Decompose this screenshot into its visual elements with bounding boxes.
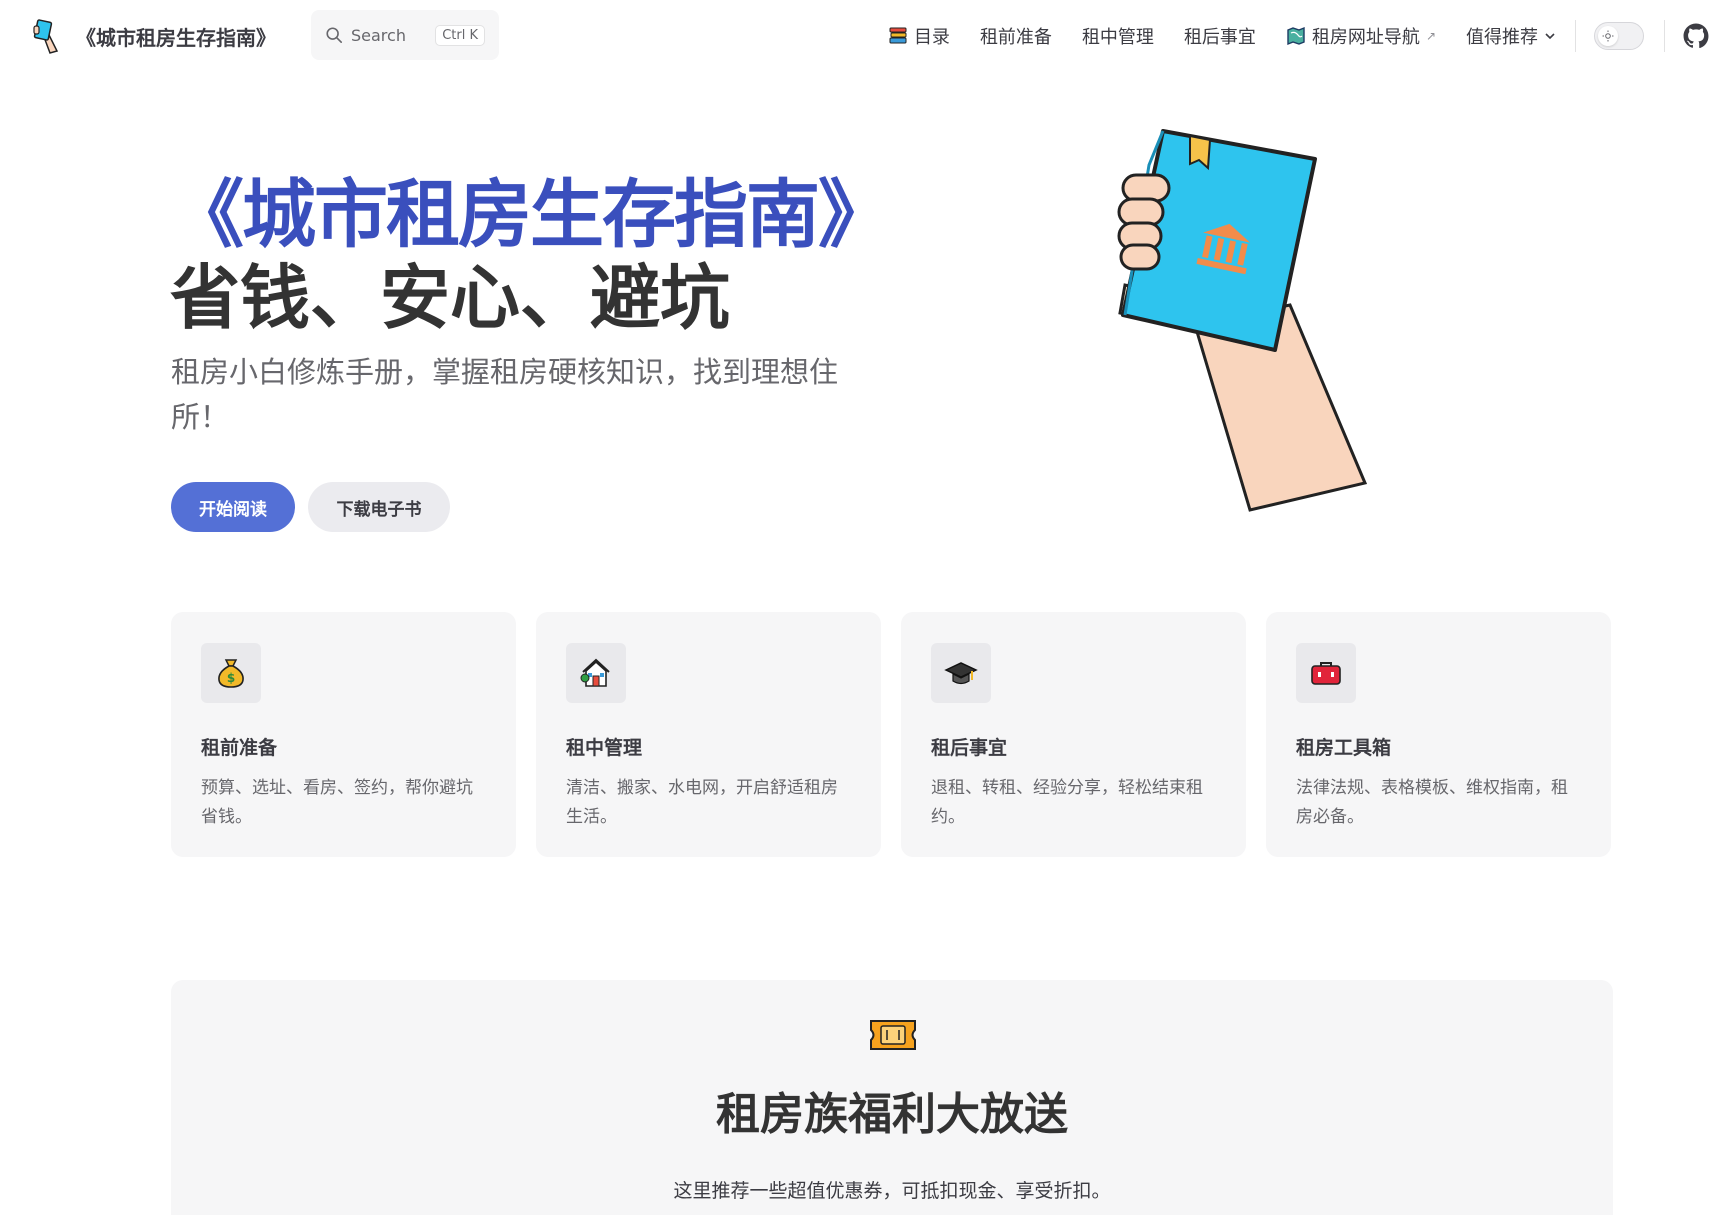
ticket-icon xyxy=(870,1020,916,1050)
svg-text:$: $ xyxy=(227,671,235,685)
feature-card-during-rent[interactable]: 租中管理 清洁、搬家、水电网，开启舒适租房生活。 xyxy=(536,612,881,857)
top-navbar: 《城市租房生存指南》 Search Ctrl K 目录 租前准备 租中管理 租后… xyxy=(0,0,1724,72)
github-icon[interactable] xyxy=(1683,23,1709,49)
search-icon xyxy=(326,27,343,44)
toolbox-icon xyxy=(1311,662,1341,685)
download-ebook-button[interactable]: 下载电子书 xyxy=(308,482,450,532)
feature-icon-box xyxy=(931,643,991,703)
hero-subtitle: 省钱、安心、避坑 xyxy=(170,257,730,339)
feature-title: 租房工具箱 xyxy=(1296,737,1392,759)
nav-divider xyxy=(1664,20,1665,52)
search-shortcut-hint: Ctrl K xyxy=(435,24,485,46)
nav-link-label: 值得推荐 xyxy=(1466,27,1538,48)
search-button[interactable]: Search Ctrl K xyxy=(311,10,499,60)
site-title-link[interactable]: 《城市租房生存指南》 xyxy=(30,16,276,56)
nav-link-rental-sites[interactable]: 租房网址导航 ↗ xyxy=(1286,23,1436,49)
hero-title: 《城市租房生存指南》 xyxy=(170,172,892,258)
nav-link-label: 租前准备 xyxy=(979,27,1052,48)
money-bag-icon: $ xyxy=(218,659,244,688)
nav-link-toc[interactable]: 目录 xyxy=(888,23,950,49)
nav-menu: 目录 租前准备 租中管理 租后事宜 租房网址导航 ↗ 值得推荐 xyxy=(888,0,1556,72)
feature-title: 租后事宜 xyxy=(931,737,1008,759)
nav-link-after-rent[interactable]: 租后事宜 xyxy=(1184,23,1256,49)
nav-link-label: 租中管理 xyxy=(1081,27,1154,48)
feature-icon-box xyxy=(1296,643,1356,703)
feature-details: 清洁、搬家、水电网，开启舒适租房生活。 xyxy=(566,778,838,827)
coupon-promo-section: 租房族福利大放送 这里推荐一些超值优惠券，可抵扣现金、享受折扣。 xyxy=(171,980,1613,1215)
feature-title: 租中管理 xyxy=(566,737,643,759)
graduation-cap-icon xyxy=(944,662,978,685)
chevron-down-icon xyxy=(1545,33,1555,40)
feature-details: 预算、选址、看房、签约，帮你避坑省钱。 xyxy=(201,778,473,827)
book-in-hand-logo-icon xyxy=(33,19,59,54)
site-title: 《城市租房生存指南》 xyxy=(76,25,276,50)
promo-description: 这里推荐一些超值优惠券，可抵扣现金、享受折扣。 xyxy=(673,1180,1111,1202)
books-icon xyxy=(889,27,907,44)
search-placeholder: Search xyxy=(351,25,406,45)
nav-link-during-rent[interactable]: 租中管理 xyxy=(1082,23,1154,49)
feature-details: 法律法规、表格模板、维权指南，租房必备。 xyxy=(1296,778,1568,827)
sun-icon xyxy=(1602,30,1614,42)
theme-toggle-knob xyxy=(1598,26,1618,46)
start-reading-button[interactable]: 开始阅读 xyxy=(171,482,295,532)
feature-title: 租前准备 xyxy=(201,737,278,759)
nav-divider xyxy=(1575,20,1576,52)
feature-card-before-rent[interactable]: $ 租前准备 预算、选址、看房、签约，帮你避坑省钱。 xyxy=(171,612,516,857)
hero-book-illustration xyxy=(1117,129,1368,512)
feature-card-toolbox[interactable]: 租房工具箱 法律法规、表格模板、维权指南，租房必备。 xyxy=(1266,612,1611,857)
nav-link-before-rent[interactable]: 租前准备 xyxy=(980,23,1052,49)
nav-link-label: 租房网址导航 xyxy=(1311,27,1420,48)
theme-toggle-switch[interactable] xyxy=(1594,22,1644,50)
feature-card-after-rent[interactable]: 租后事宜 退租、转租、经验分享，轻松结束租约。 xyxy=(901,612,1246,857)
hero-tagline: 租房小白修炼手册，掌握租房硬核知识，找到理想住所！ xyxy=(171,355,839,434)
feature-icon-box: $ xyxy=(201,643,261,703)
nav-link-label: 租后事宜 xyxy=(1183,27,1256,48)
nav-link-label: 目录 xyxy=(913,27,950,48)
feature-icon-box xyxy=(566,643,626,703)
promo-title: 租房族福利大放送 xyxy=(716,1089,1068,1140)
map-icon xyxy=(1287,26,1305,46)
house-icon xyxy=(580,658,610,687)
external-link-icon: ↗ xyxy=(1425,29,1436,43)
feature-details: 退租、转租、经验分享，轻松结束租约。 xyxy=(931,778,1203,827)
features-section: $ 租前准备 预算、选址、看房、签约，帮你避坑省钱。 租中管理 清洁、搬家、水电… xyxy=(171,612,1613,857)
nav-dropdown-recommend[interactable]: 值得推荐 xyxy=(1466,23,1556,49)
